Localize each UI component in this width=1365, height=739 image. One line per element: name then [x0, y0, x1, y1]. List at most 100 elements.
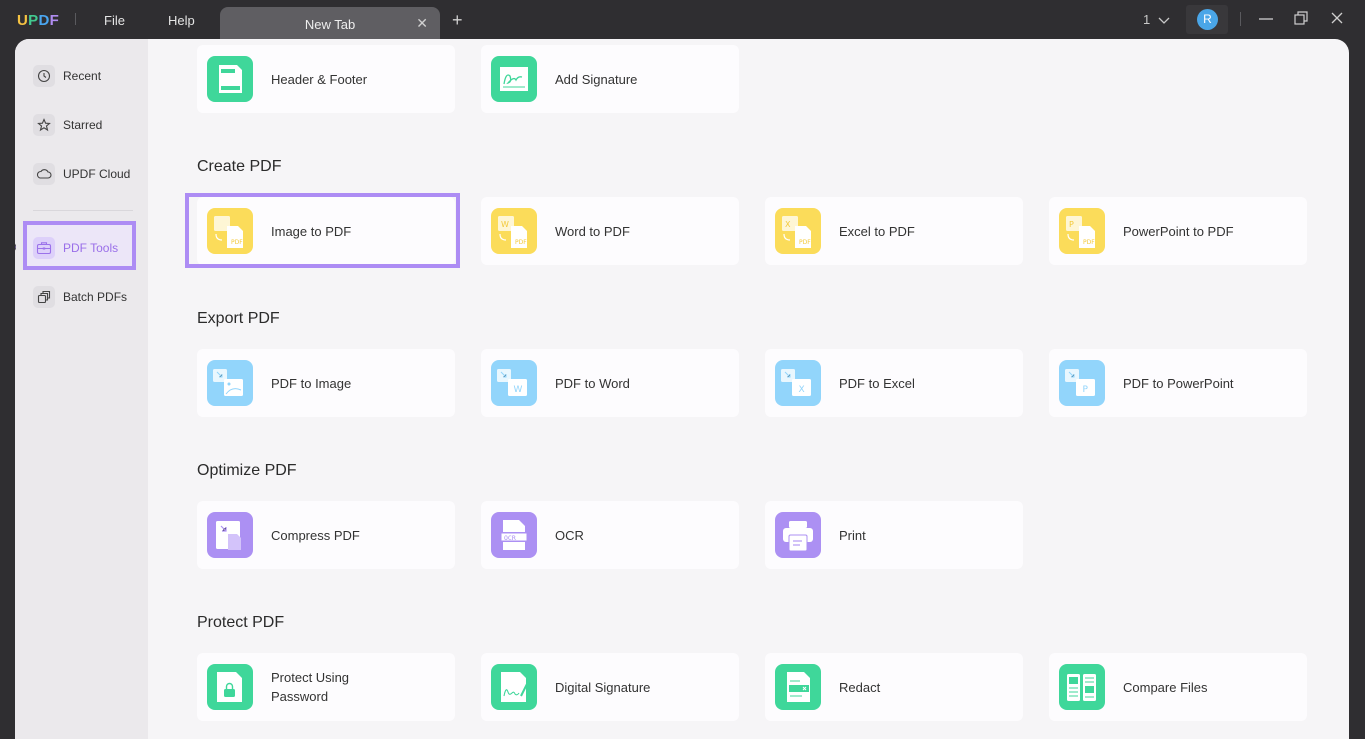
- sidebar-item-label: Batch PDFs: [63, 290, 128, 304]
- printer-icon: [775, 512, 821, 558]
- tool-label: Excel to PDF: [839, 223, 915, 239]
- section-title-export-pdf: Export PDF: [197, 310, 280, 327]
- tool-card-header-footer[interactable]: Header & Footer: [197, 45, 455, 113]
- tool-card-digital-signature[interactable]: Digital Signature: [481, 653, 739, 721]
- account-button[interactable]: R: [1186, 5, 1228, 34]
- svg-text:PDF: PDF: [515, 239, 527, 246]
- tool-card-word-to-pdf[interactable]: W PDF Word to PDF: [481, 197, 739, 265]
- tool-label: Compare Files: [1123, 679, 1208, 695]
- tool-card-pdf-to-image[interactable]: PDF to Image: [197, 349, 455, 417]
- menu-help[interactable]: Help: [168, 13, 195, 28]
- close-icon: [1331, 12, 1343, 24]
- digital-signature-icon: [491, 664, 537, 710]
- sidebar-item-label: Starred: [63, 118, 103, 132]
- section-title-protect-pdf: Protect PDF: [197, 614, 285, 631]
- tool-card-image-to-pdf[interactable]: PDF Image to PDF: [197, 197, 455, 265]
- app-window: Recent Starred UPDF Cloud PDF Tools Batc…: [15, 39, 1349, 739]
- svg-text:P: P: [1069, 220, 1074, 229]
- svg-text:W: W: [514, 385, 523, 395]
- active-indicator-icon: [15, 243, 16, 251]
- tool-label: Redact: [839, 679, 881, 695]
- star-icon: [33, 114, 55, 136]
- tool-label: Header & Footer: [271, 71, 368, 87]
- svg-text:X: X: [799, 385, 805, 395]
- svg-text:W: W: [501, 220, 509, 229]
- tool-label: Word to PDF: [555, 223, 630, 239]
- sidebar-item-recent[interactable]: Recent: [33, 63, 143, 89]
- chevron-down-icon: [1158, 17, 1170, 24]
- toolbox-icon: [33, 237, 55, 259]
- pdf-to-powerpoint-icon: P: [1059, 360, 1105, 406]
- tool-label: Compress PDF: [271, 527, 360, 543]
- tool-card-pdf-to-word[interactable]: W PDF to Word: [481, 349, 739, 417]
- signature-icon: [491, 56, 537, 102]
- sidebar-divider: [33, 210, 133, 211]
- close-window-button[interactable]: [1325, 8, 1349, 30]
- ocr-icon: OCR: [491, 512, 537, 558]
- svg-text:OCR: OCR: [504, 534, 516, 542]
- tool-card-excel-to-pdf[interactable]: X PDF Excel to PDF: [765, 197, 1023, 265]
- powerpoint-to-pdf-icon: P PDF: [1059, 208, 1105, 254]
- sidebar-item-updf-cloud[interactable]: UPDF Cloud: [33, 161, 143, 187]
- section-title-create-pdf: Create PDF: [197, 158, 282, 175]
- lock-file-icon: [207, 664, 253, 710]
- tool-label: PowerPoint to PDF: [1123, 223, 1234, 239]
- tab-label: New Tab: [304, 17, 356, 32]
- redact-icon: [775, 664, 821, 710]
- tools-panel: Header & Footer Add Signature Create PDF…: [148, 39, 1349, 739]
- tool-card-print[interactable]: Print: [765, 501, 1023, 569]
- window-count: 1: [1143, 12, 1151, 27]
- tool-card-pdf-to-powerpoint[interactable]: P PDF to PowerPoint: [1049, 349, 1307, 417]
- logo-letter: U: [17, 12, 29, 29]
- batch-icon: [33, 286, 55, 308]
- tool-label: Image to PDF: [271, 223, 352, 239]
- tool-card-ocr[interactable]: OCR OCR: [481, 501, 739, 569]
- menu-file[interactable]: File: [104, 13, 125, 28]
- tool-label: Print: [839, 527, 866, 543]
- tool-card-add-signature[interactable]: Add Signature: [481, 45, 739, 113]
- tool-label: PDF to PowerPoint: [1123, 375, 1234, 391]
- compare-files-icon: [1059, 664, 1105, 710]
- sidebar-item-label: UPDF Cloud: [63, 167, 131, 181]
- section-title-optimize-pdf: Optimize PDF: [197, 462, 297, 479]
- tool-label: Add Signature: [555, 71, 638, 87]
- sidebar: Recent Starred UPDF Cloud PDF Tools Batc…: [15, 39, 148, 739]
- svg-text:X: X: [785, 220, 791, 229]
- pdf-to-excel-icon: X: [775, 360, 821, 406]
- restore-button[interactable]: [1289, 8, 1313, 30]
- logo-letter: F: [49, 12, 60, 29]
- cloud-icon: [33, 163, 55, 185]
- sidebar-item-label: PDF Tools: [63, 241, 119, 255]
- close-tab-icon[interactable]: ✕: [416, 15, 428, 32]
- tool-card-redact[interactable]: Redact: [765, 653, 1023, 721]
- image-to-pdf-icon: PDF: [207, 208, 253, 254]
- sidebar-item-pdf-tools[interactable]: PDF Tools: [33, 235, 143, 261]
- excel-to-pdf-icon: X PDF: [775, 208, 821, 254]
- minimize-button[interactable]: [1254, 8, 1278, 30]
- avatar: R: [1197, 9, 1218, 30]
- tool-label: OCR: [555, 527, 584, 543]
- tool-card-compare-files[interactable]: Compare Files: [1049, 653, 1307, 721]
- sidebar-item-starred[interactable]: Starred: [33, 112, 143, 138]
- svg-text:PDF: PDF: [1083, 239, 1095, 246]
- tool-card-powerpoint-to-pdf[interactable]: P PDF PowerPoint to PDF: [1049, 197, 1307, 265]
- tool-label: Digital Signature: [555, 679, 651, 695]
- window-count-dropdown[interactable]: 1: [1143, 12, 1170, 27]
- tool-card-pdf-to-excel[interactable]: X PDF to Excel: [765, 349, 1023, 417]
- sidebar-item-label: Recent: [63, 69, 102, 83]
- tool-label: PDF to Excel: [839, 375, 915, 391]
- logo-letter: D: [38, 12, 50, 29]
- new-tab-plus-icon[interactable]: +: [452, 10, 463, 31]
- pdf-to-word-icon: W: [491, 360, 537, 406]
- word-to-pdf-icon: W PDF: [491, 208, 537, 254]
- title-divider: [75, 13, 76, 25]
- pdf-to-image-icon: [207, 360, 253, 406]
- logo-letter: P: [28, 12, 39, 29]
- sidebar-item-batch-pdfs[interactable]: Batch PDFs: [33, 284, 143, 310]
- tool-card-protect-using-password[interactable]: Protect Using Password: [197, 653, 455, 721]
- updf-logo[interactable]: UPDF: [17, 12, 59, 29]
- restore-icon: [1294, 11, 1308, 25]
- clock-icon: [33, 65, 55, 87]
- tab-new-tab[interactable]: New Tab ✕: [220, 7, 440, 40]
- tool-card-compress-pdf[interactable]: Compress PDF: [197, 501, 455, 569]
